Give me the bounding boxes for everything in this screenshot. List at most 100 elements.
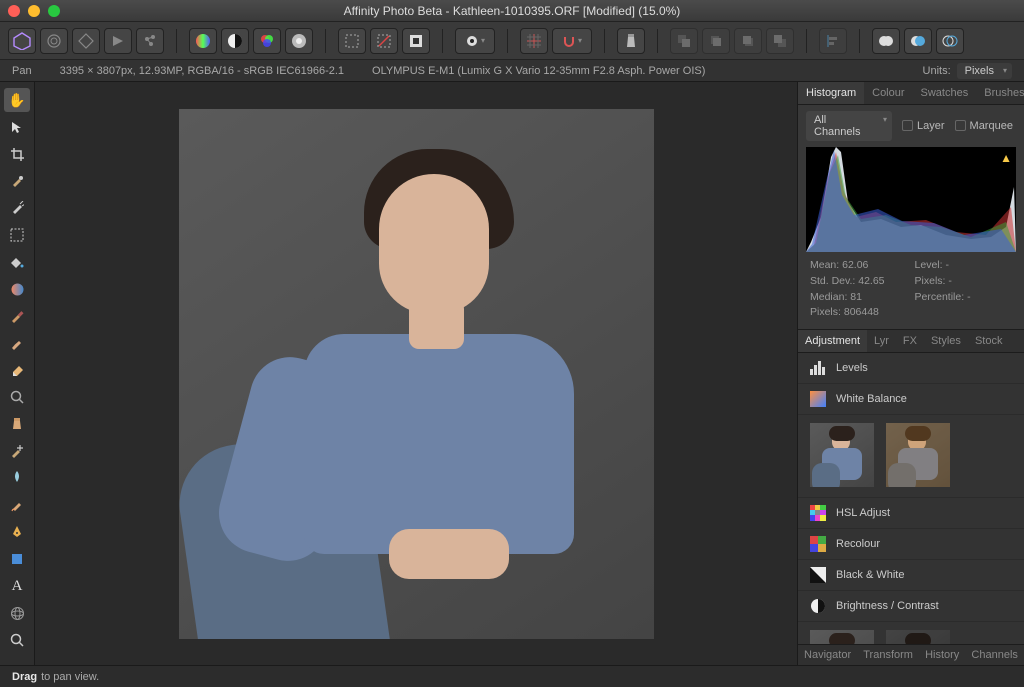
flood-fill-tool[interactable] bbox=[4, 250, 30, 274]
erase-tool[interactable] bbox=[4, 358, 30, 382]
rectangle-shape-tool[interactable] bbox=[4, 547, 30, 571]
channels-dropdown[interactable]: All Channels bbox=[806, 111, 892, 141]
image-info-label: 3395 × 3807px, 12.93MP, RGBA/16 - sRGB I… bbox=[60, 65, 344, 77]
persona-export-icon[interactable] bbox=[136, 28, 164, 54]
grid-icon[interactable] bbox=[520, 28, 548, 54]
context-toolbar: Pan 3395 × 3807px, 12.93MP, RGBA/16 - sR… bbox=[0, 60, 1024, 82]
adjustment-levels[interactable]: Levels bbox=[798, 353, 1024, 384]
wheel-rgb-icon[interactable] bbox=[253, 28, 281, 54]
adjustment-label: Recolour bbox=[836, 538, 880, 550]
minimize-window-button[interactable] bbox=[28, 5, 40, 17]
clipping-warning-icon: ▲ bbox=[1000, 151, 1012, 165]
selection-cancel-icon[interactable] bbox=[370, 28, 398, 54]
status-bar: Drag to pan view. bbox=[0, 665, 1024, 687]
paint-brush-tool[interactable] bbox=[4, 304, 30, 328]
boolean-intersect-icon[interactable] bbox=[936, 28, 964, 54]
text-tool[interactable]: A bbox=[4, 574, 30, 598]
tab-colour[interactable]: Colour bbox=[864, 82, 912, 104]
status-hint: to pan view. bbox=[41, 671, 99, 683]
mesh-warp-tool[interactable] bbox=[4, 601, 30, 625]
document-canvas[interactable] bbox=[179, 109, 654, 639]
white-balance-icon bbox=[810, 391, 826, 407]
adjustment-label: HSL Adjust bbox=[836, 507, 890, 519]
wheel-contrast-icon[interactable] bbox=[221, 28, 249, 54]
boolean-subtract-icon[interactable] bbox=[904, 28, 932, 54]
align-left-icon[interactable] bbox=[819, 28, 847, 54]
healing-brush-tool[interactable] bbox=[4, 439, 30, 463]
arrange-front-icon[interactable] bbox=[766, 28, 794, 54]
wheel-hue-icon[interactable] bbox=[189, 28, 217, 54]
window-title: Affinity Photo Beta - Kathleen-1010395.O… bbox=[0, 4, 1024, 18]
main-area: ✋ A bbox=[0, 82, 1024, 665]
persona-develop-icon[interactable] bbox=[72, 28, 100, 54]
adjustment-list: Levels White Balance HSL Adjust Rec bbox=[798, 353, 1024, 644]
tool-palette: ✋ A bbox=[0, 82, 35, 665]
marquee-checkbox[interactable]: Marquee bbox=[955, 120, 1013, 132]
arrange-forward-icon[interactable] bbox=[734, 28, 762, 54]
hsl-icon bbox=[810, 505, 826, 521]
canvas-viewport[interactable] bbox=[35, 82, 797, 665]
wb-preset-warmer[interactable] bbox=[886, 423, 950, 487]
pixel-brush-tool[interactable] bbox=[4, 331, 30, 355]
tab-brushes[interactable]: Brushes bbox=[976, 82, 1024, 104]
adjustment-recolour[interactable]: Recolour bbox=[798, 529, 1024, 560]
arrange-back-icon[interactable] bbox=[670, 28, 698, 54]
bc-preset-default[interactable] bbox=[810, 630, 874, 644]
gradient-tool[interactable] bbox=[4, 277, 30, 301]
quickmask-dropdown[interactable]: ▾ bbox=[455, 28, 495, 54]
tab-styles[interactable]: Styles bbox=[924, 330, 968, 352]
histogram-display: ▲ bbox=[806, 147, 1016, 252]
crop-tool[interactable] bbox=[4, 142, 30, 166]
studio-panels: Histogram Colour Swatches Brushes All Ch… bbox=[797, 82, 1024, 665]
bc-preset-darker[interactable] bbox=[886, 630, 950, 644]
tab-adjustment[interactable]: Adjustment bbox=[798, 330, 867, 352]
photo-content bbox=[179, 109, 654, 639]
units-label: Units: bbox=[923, 65, 951, 77]
units-dropdown[interactable]: Pixels bbox=[957, 63, 1012, 79]
layer-checkbox[interactable]: Layer bbox=[902, 120, 945, 132]
persona-photo-icon[interactable] bbox=[8, 28, 36, 54]
adjustment-white-balance[interactable]: White Balance bbox=[798, 384, 1024, 415]
arrange-backward-icon[interactable] bbox=[702, 28, 730, 54]
marquee-tool[interactable] bbox=[4, 223, 30, 247]
adjustment-black-white[interactable]: Black & White bbox=[798, 560, 1024, 591]
wb-preset-default[interactable] bbox=[810, 423, 874, 487]
persona-tone-icon[interactable] bbox=[104, 28, 132, 54]
dodge-tool[interactable] bbox=[4, 466, 30, 490]
pan-tool[interactable]: ✋ bbox=[4, 88, 30, 112]
adjustment-brightness-contrast[interactable]: Brightness / Contrast bbox=[798, 591, 1024, 622]
window-controls bbox=[8, 5, 60, 17]
tab-stock[interactable]: Stock bbox=[968, 330, 1010, 352]
assistant-icon[interactable] bbox=[617, 28, 645, 54]
tab-swatches[interactable]: Swatches bbox=[913, 82, 977, 104]
tab-history[interactable]: History bbox=[920, 645, 964, 665]
zoom-window-button[interactable] bbox=[48, 5, 60, 17]
flood-select-tool[interactable] bbox=[4, 196, 30, 220]
close-window-button[interactable] bbox=[8, 5, 20, 17]
tab-layers[interactable]: Lyr bbox=[867, 330, 896, 352]
current-tool-label: Pan bbox=[12, 65, 32, 77]
wheel-soft-icon[interactable] bbox=[285, 28, 313, 54]
tab-transform[interactable]: Transform bbox=[858, 645, 918, 665]
boolean-add-icon[interactable] bbox=[872, 28, 900, 54]
selection-invert-icon[interactable] bbox=[402, 28, 430, 54]
smudge-tool[interactable] bbox=[4, 493, 30, 517]
tab-navigator[interactable]: Navigator bbox=[799, 645, 856, 665]
tab-histogram[interactable]: Histogram bbox=[798, 82, 864, 104]
adjustment-hsl[interactable]: HSL Adjust bbox=[798, 498, 1024, 529]
zoom-tool[interactable] bbox=[4, 628, 30, 652]
selection-rect-icon[interactable] bbox=[338, 28, 366, 54]
move-tool[interactable] bbox=[4, 115, 30, 139]
camera-info-label: OLYMPUS E-M1 (Lumix G X Vario 12-35mm F2… bbox=[372, 65, 705, 77]
pen-tool[interactable] bbox=[4, 520, 30, 544]
white-balance-presets bbox=[798, 415, 1024, 498]
tab-fx[interactable]: FX bbox=[896, 330, 924, 352]
zoom-out-tool[interactable] bbox=[4, 385, 30, 409]
tab-channels[interactable]: Channels bbox=[966, 645, 1022, 665]
adjustment-label: Brightness / Contrast bbox=[836, 600, 939, 612]
persona-liquify-icon[interactable] bbox=[40, 28, 68, 54]
brush-selection-tool[interactable] bbox=[4, 169, 30, 193]
clone-tool[interactable] bbox=[4, 412, 30, 436]
snap-dropdown[interactable]: ▾ bbox=[552, 28, 592, 54]
histogram-panel: All Channels Layer Marquee ▲ Mean: 62.06… bbox=[798, 105, 1024, 329]
